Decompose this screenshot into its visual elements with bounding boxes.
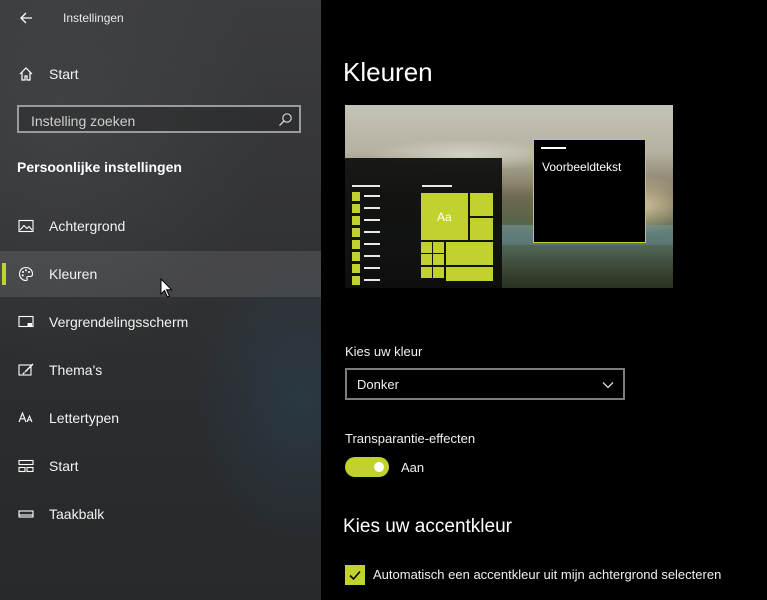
- color-mode-dropdown[interactable]: Donker: [345, 368, 625, 400]
- sidebar-item-label: Taakbalk: [49, 506, 105, 522]
- preview-start-menu: Aa: [345, 158, 502, 288]
- auto-accent-label: Automatisch een accentkleur uit mijn ach…: [373, 567, 722, 582]
- selection-indicator: [2, 263, 6, 285]
- sidebar-item-taskbar[interactable]: Taakbalk: [0, 491, 321, 537]
- sidebar-item-label: Kleuren: [49, 266, 98, 282]
- settings-window: Instellingen Start Persoonlijke instelli…: [0, 0, 767, 600]
- toggle-knob: [374, 462, 384, 472]
- checkmark-icon: [349, 570, 361, 581]
- accent-color-heading: Kies uw accentkleur: [343, 516, 512, 537]
- search-icon[interactable]: [277, 112, 293, 128]
- sidebar-item-background[interactable]: Achtergrond: [0, 203, 321, 249]
- preview-grid-line: [422, 185, 452, 187]
- sidebar: Instellingen Start Persoonlijke instelli…: [0, 0, 321, 600]
- transparency-label: Transparantie-effecten: [345, 431, 476, 446]
- transparency-toggle[interactable]: [345, 457, 389, 477]
- image-icon: [17, 217, 35, 235]
- dropdown-value: Donker: [357, 377, 399, 392]
- choose-color-label: Kies uw kleur: [345, 344, 423, 359]
- preview-tile-text: Aa: [437, 210, 452, 224]
- sidebar-item-label: Vergrendelingsscherm: [49, 314, 189, 330]
- preview-window: Voorbeeldtekst: [533, 139, 646, 243]
- sidebar-item-label: Achtergrond: [49, 218, 126, 234]
- back-button[interactable]: [14, 6, 38, 30]
- preview-sample-text: Voorbeeldtekst: [542, 160, 622, 174]
- search-box[interactable]: [17, 105, 301, 133]
- sidebar-item-label: Start: [49, 66, 79, 82]
- main-content: Kleuren Aa Voorbeeldtekst Kies uw kleur …: [321, 0, 767, 600]
- auto-accent-checkbox[interactable]: [345, 565, 365, 585]
- sidebar-item-lock-screen[interactable]: Vergrendelingsscherm: [0, 299, 321, 345]
- start-icon: [17, 457, 35, 475]
- theme-brush-icon: [17, 361, 35, 379]
- palette-icon: [17, 265, 35, 283]
- sidebar-item-home[interactable]: Start: [0, 51, 321, 97]
- preview-window-bar: [541, 147, 566, 149]
- back-arrow-icon: [20, 12, 32, 24]
- sidebar-item-start[interactable]: Start: [0, 443, 321, 489]
- page-title: Kleuren: [343, 57, 433, 87]
- lock-screen-icon: [17, 313, 35, 331]
- color-preview: Aa Voorbeeldtekst: [345, 105, 673, 288]
- home-icon: [17, 65, 35, 83]
- toggle-state-label: Aan: [401, 460, 425, 475]
- sidebar-item-label: Thema's: [49, 362, 103, 378]
- sidebar-item-themes[interactable]: Thema's: [0, 347, 321, 393]
- sidebar-item-fonts[interactable]: Lettertypen: [0, 395, 321, 441]
- taskbar-icon: [17, 505, 35, 523]
- app-title: Instellingen: [63, 11, 124, 25]
- sidebar-item-label: Start: [49, 458, 79, 474]
- search-input[interactable]: [29, 110, 273, 132]
- section-heading: Persoonlijke instellingen: [17, 159, 182, 175]
- chevron-down-icon: [602, 382, 614, 389]
- preview-menu-line: [352, 185, 380, 187]
- mouse-cursor-icon: [160, 278, 173, 298]
- sidebar-item-label: Lettertypen: [49, 410, 120, 426]
- preview-tile-large: Aa: [421, 193, 468, 240]
- title-bar: Instellingen: [0, 0, 321, 36]
- font-icon: [17, 409, 35, 427]
